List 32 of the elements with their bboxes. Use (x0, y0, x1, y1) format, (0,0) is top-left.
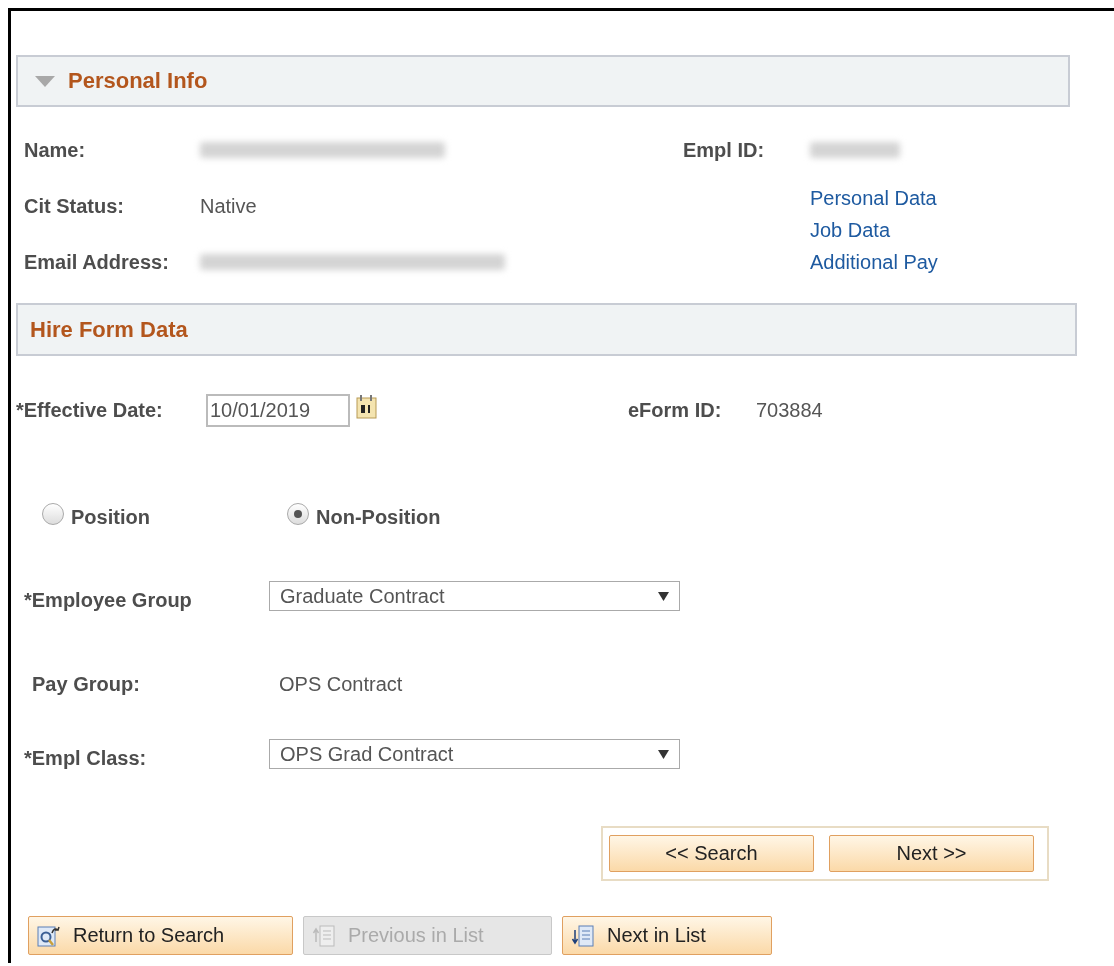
toolbar-button[interactable]: Return to Search (28, 916, 293, 955)
section-title: Personal Info (68, 68, 208, 94)
dropdown[interactable]: OPS Grad Contract (269, 739, 680, 769)
field-label: Name: (24, 138, 87, 162)
date-field[interactable]: 10/01/2019 (206, 393, 350, 427)
calendar-icon[interactable] (355, 394, 379, 420)
field-value: OPS Contract (279, 672, 403, 696)
field-value: Native (200, 194, 257, 218)
toolbar-button[interactable]: Next in List (562, 916, 772, 955)
field-value: 703884 (756, 398, 823, 422)
link[interactable]: Additional Pay (810, 246, 938, 278)
link[interactable]: Job Data (810, 214, 891, 246)
field-label: Cit Status: (24, 194, 125, 218)
nav-button[interactable]: << Search (609, 835, 814, 872)
field-label: Empl ID: (683, 138, 766, 162)
field-label: eForm ID: (628, 398, 723, 422)
list-up-icon (312, 923, 336, 948)
caret-icon (658, 749, 669, 759)
field-label: *Effective Date: (16, 398, 164, 422)
radio-option[interactable]: Non-Position (287, 506, 441, 529)
list-down-icon (571, 923, 595, 948)
section-title: Hire Form Data (30, 316, 188, 343)
caret-icon (658, 591, 669, 601)
radio-option[interactable]: Position (42, 506, 287, 529)
link[interactable]: Personal Data (810, 182, 937, 214)
dropdown[interactable]: Graduate Contract (269, 581, 680, 611)
search-icon (37, 923, 61, 948)
field-label: Email Address: (24, 250, 170, 274)
field-label: *Employee Group (24, 588, 193, 612)
field-label: *Empl Class: (24, 746, 148, 770)
nav-button[interactable]: Next >> (829, 835, 1034, 872)
field-label: Pay Group: (32, 672, 141, 696)
